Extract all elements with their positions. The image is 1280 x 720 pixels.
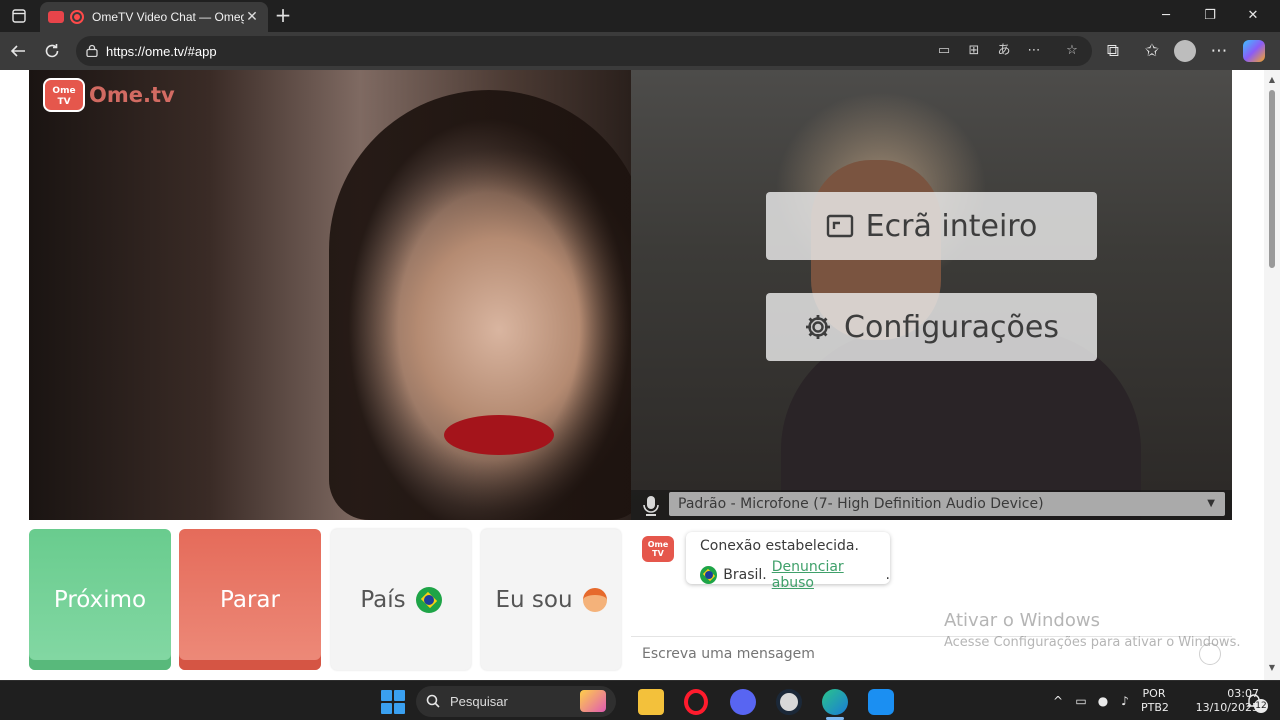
windows-logo-icon [381,690,392,701]
brazil-flag-icon [415,586,442,613]
volume-icon[interactable]: ♪ [1117,693,1133,709]
next-button[interactable]: Próximo [29,529,171,670]
discord-icon[interactable] [730,689,756,715]
tab-actions-icon [12,9,26,23]
gear-icon [806,315,831,339]
steam-icon[interactable] [776,689,802,715]
favorites-icon[interactable]: ✩ [1140,39,1164,63]
scroll-down-icon[interactable]: ▼ [1267,664,1277,672]
remote-video: Ome TV Ome.tv [29,70,631,520]
camera-in-use-icon[interactable]: ▭ [936,43,952,59]
fullscreen-label: Ecrã inteiro [865,208,1038,244]
tab-title: OmeTV Video Chat — Omeg [92,10,244,24]
remote-video-figure [329,90,631,520]
brazil-flag-icon [700,566,718,584]
back-button[interactable] [6,39,30,63]
translate-icon[interactable]: あ [996,43,1012,59]
reload-icon [45,44,59,58]
ometv-page: Ome TV Ome.tv Ecrã inteiro Configurações… [0,70,1280,680]
microphone-select-value: Padrão - Microfone (7- High Definition A… [678,496,1044,512]
taskbar-search[interactable]: Pesquisar [416,686,616,717]
search-highlight-icon [580,690,606,712]
microphone-select[interactable]: Padrão - Microfone (7- High Definition A… [669,492,1225,516]
tray-overflow-icon[interactable]: ^ [1050,693,1066,709]
display-icon[interactable]: ▭ [1073,693,1089,709]
browser-toolbar: https://ome.tv/#app ▭ ⊞ あ ⋯ ☆ ⧉ ✩ ⋯ [0,32,1280,70]
system-message: Conexão estabelecida. Brasil. Denunciar … [686,532,890,591]
boy-emoji-icon [582,587,607,612]
stop-label: Parar [220,586,280,613]
profile-avatar[interactable] [1173,39,1197,63]
address-bar[interactable]: https://ome.tv/#app ▭ ⊞ あ ⋯ ☆ [76,36,1092,66]
gender-label: Eu sou [495,586,573,613]
app-available-icon[interactable]: ⊞ [966,43,982,59]
watermark-subtitle: Acesse Configurações para ativar o Windo… [944,635,1241,650]
scroll-up-icon[interactable]: ▲ [1267,76,1277,84]
notifications-button[interactable]: 12 [1246,693,1268,713]
notification-count: 12 [1254,699,1268,713]
reload-button[interactable] [40,39,64,63]
settings-button[interactable]: Configurações [766,293,1097,361]
microphone-tray-icon[interactable]: ● [1095,693,1111,709]
report-suffix: . [885,567,890,583]
restore-button[interactable]: ❐ [1198,4,1222,28]
close-window-button[interactable]: ✕ [1241,4,1265,28]
ometv-logo-badge: Ome TV [43,78,85,112]
activate-windows-watermark: Ativar o Windows Acesse Configurações pa… [944,610,1240,650]
back-arrow-icon [10,45,25,57]
opera-icon[interactable] [684,689,708,715]
country-label: País [360,586,406,613]
watermark-title: Ativar o Windows [944,610,1100,631]
recording-indicator-icon [70,10,84,24]
country-button[interactable]: País [331,529,471,670]
more-page-tools-icon[interactable]: ⋯ [1026,43,1042,59]
microphone-icon [643,496,659,516]
scrollbar-thumb[interactable] [1269,90,1275,268]
lock-icon[interactable] [86,44,98,57]
stop-button[interactable]: Parar [179,529,321,670]
report-abuse-link[interactable]: Denunciar abuso [772,559,886,591]
chevron-down-icon: ▼ [1207,498,1215,509]
ometv-logo-text: Ome.tv [89,83,175,107]
fullscreen-icon [826,214,853,238]
ometv-favicon-icon [48,11,64,23]
ometv-logo: Ome TV Ome.tv [43,78,175,112]
search-icon [426,694,440,708]
favorite-star-icon[interactable]: ☆ [1064,43,1080,59]
ometv-chat-icon: Ome TV [642,536,674,562]
tab-close-icon[interactable]: ✕ [244,9,260,25]
settings-more-icon[interactable]: ⋯ [1207,39,1231,63]
page-scrollbar[interactable]: ▲ ▼ [1264,70,1280,680]
chat-controls: Próximo Parar País Eu sou [29,529,623,670]
gender-button[interactable]: Eu sou [481,529,621,670]
microphone-bar: Padrão - Microfone (7- High Definition A… [631,490,1232,520]
settings-label: Configurações [844,309,1059,345]
pinned-app-icon[interactable] [868,689,894,715]
input-language[interactable]: POR PTB2 [1141,687,1169,715]
connection-status-text: Conexão estabelecida. [700,538,859,554]
search-label: Pesquisar [450,694,508,709]
partner-country-text: Brasil. [723,567,767,583]
keyboard-layout: PTB2 [1141,701,1169,714]
url-text: https://ome.tv/#app [106,43,217,59]
file-explorer-icon[interactable] [638,689,664,715]
fullscreen-button[interactable]: Ecrã inteiro [766,192,1097,260]
language-code: POR [1142,687,1166,700]
next-label: Próximo [53,586,147,613]
browser-titlebar: OmeTV Video Chat — Omeg ✕ + ─ ❐ ✕ [0,0,1280,32]
minimize-button[interactable]: ─ [1154,4,1178,28]
remote-video-detail [444,415,554,455]
start-button[interactable] [380,689,406,715]
copilot-icon[interactable] [1242,39,1266,63]
tab-actions-button[interactable] [6,4,32,28]
tab-ometv[interactable]: OmeTV Video Chat — Omeg ✕ [40,2,268,32]
extensions-icon[interactable]: ⧉ [1101,39,1125,63]
windows-taskbar: Pesquisar ^ ▭ ● ♪ POR PTB2 03:07 13/10/2… [0,680,1280,720]
new-tab-button[interactable]: + [272,4,294,26]
edge-icon[interactable] [822,689,848,715]
